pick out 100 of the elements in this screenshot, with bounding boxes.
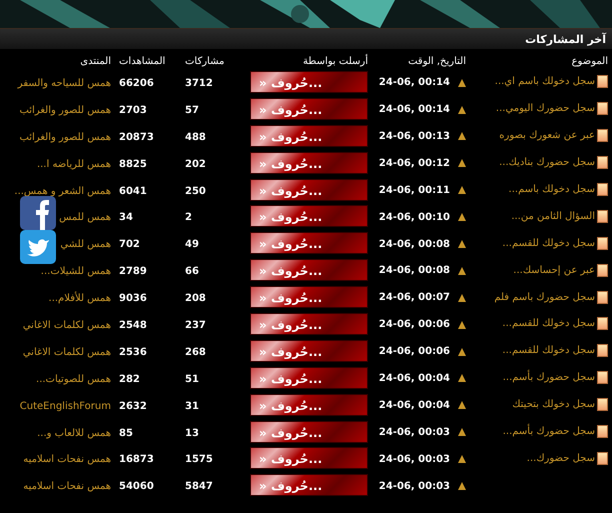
posts-count: 237 — [185, 320, 207, 331]
date-time: 24-06, 00:04 — [378, 400, 450, 411]
document-icon — [597, 210, 608, 223]
topic-link[interactable]: سجل دخولك باسم... — [508, 184, 595, 195]
views-count: 6041 — [119, 186, 148, 196]
document-icon — [597, 102, 608, 116]
forum-link[interactable]: همس للمس — [59, 212, 111, 224]
triangle-icon[interactable] — [458, 401, 466, 410]
views-count: 9036 — [119, 293, 148, 304]
topic-link[interactable]: سجل دخولك للقسم... — [502, 318, 595, 330]
sender-banner[interactable]: » حُروف... — [250, 178, 368, 200]
date-time: 24-06, 00:03 — [378, 480, 450, 492]
forum-link[interactable]: همس للسياحه والسفر — [18, 78, 111, 89]
sender-banner[interactable]: » حُروف... — [250, 340, 368, 362]
document-icon — [597, 317, 608, 330]
forum-link[interactable]: همس للأفلام... — [48, 293, 111, 304]
triangle-icon[interactable] — [458, 240, 466, 248]
posts-count: 250 — [185, 186, 207, 196]
triangle-icon[interactable] — [458, 78, 466, 87]
document-icon — [597, 290, 608, 304]
facebook-icon[interactable] — [20, 196, 56, 230]
triangle-icon[interactable] — [458, 428, 466, 436]
triangle-icon[interactable] — [458, 348, 466, 356]
posts-count: 208 — [185, 293, 207, 304]
posts-count: 2 — [185, 212, 193, 224]
sender-banner[interactable]: » حُروف... — [250, 366, 368, 389]
document-icon — [597, 129, 608, 142]
triangle-icon[interactable] — [458, 132, 466, 140]
posts-count: 51 — [185, 374, 200, 385]
forum-link[interactable]: همس الشعر و همس... — [14, 186, 111, 196]
forum-link[interactable]: همس للالعاب و... — [37, 428, 111, 439]
topic-link[interactable]: سجل حضورك... — [526, 452, 595, 464]
topic-link[interactable]: سجل حضورك بناديك... — [499, 157, 595, 168]
sender-banner[interactable]: » حُروف... — [250, 447, 368, 470]
triangle-icon[interactable] — [458, 455, 466, 464]
date-time: 24-06, 00:04 — [378, 372, 450, 384]
forum-link[interactable]: همس للرياضه ا... — [36, 158, 111, 170]
forum-link[interactable]: همس لكلمات الاغاني — [22, 320, 111, 331]
forum-link[interactable]: همس لكلمات الاغاني — [22, 346, 111, 358]
posts-count: 57 — [185, 104, 200, 116]
sender-banner[interactable]: » حُروف... — [250, 205, 368, 228]
topic-link[interactable]: سجل دخولك باسم اي... — [494, 76, 595, 88]
topic-link[interactable]: سجل حضورك اليومي... — [496, 103, 595, 114]
forum-link[interactable]: همس نفحات اسلاميه — [23, 454, 111, 466]
triangle-icon[interactable] — [458, 266, 466, 275]
document-icon — [597, 264, 608, 277]
date-time: 24-06, 00:10 — [378, 212, 450, 223]
sender-banner[interactable]: » حُروف... — [250, 124, 368, 147]
topic-link[interactable]: السؤال الثامن من... — [511, 210, 595, 222]
triangle-icon[interactable] — [458, 213, 466, 222]
triangle-icon[interactable] — [458, 320, 466, 329]
forum-link[interactable]: همس للصور والغرائب — [19, 132, 111, 143]
triangle-icon[interactable] — [458, 159, 466, 168]
forum-link[interactable]: همس للشي — [60, 239, 111, 250]
sender-banner[interactable]: » حُروف... — [250, 259, 368, 282]
topic-link[interactable]: سجل حضورك باسم فلم — [494, 292, 595, 303]
sender-banner[interactable]: » حُروف... — [250, 152, 368, 174]
triangle-icon[interactable] — [458, 294, 466, 302]
triangle-icon[interactable] — [458, 186, 466, 194]
posts-count: 66 — [185, 266, 200, 278]
posts-count: 1575 — [185, 454, 214, 466]
posts-count: 202 — [185, 158, 207, 170]
posts-count: 31 — [185, 400, 200, 412]
views-count: 702 — [119, 239, 141, 250]
topic-link[interactable]: سجل دخولك بتحيتك — [512, 399, 595, 410]
sender-banner[interactable]: » حُروف... — [250, 286, 368, 308]
triangle-icon[interactable] — [458, 482, 466, 490]
views-count: 8825 — [119, 158, 148, 170]
topic-link[interactable]: سجل حضورك بأسم... — [502, 372, 595, 384]
views-count: 66206 — [119, 78, 155, 89]
document-icon — [597, 452, 608, 465]
date-time: 24-06, 00:03 — [378, 454, 450, 465]
triangle-icon[interactable] — [458, 374, 466, 382]
topic-link[interactable]: سجل حضورك بأسم... — [502, 426, 595, 438]
topic-link[interactable]: سجل دخولك للقسم... — [502, 238, 595, 249]
sender-banner[interactable]: » حُروف... — [250, 70, 368, 93]
forum-link[interactable]: همس للشيلات... — [40, 266, 111, 278]
date-time: 24-06, 00:14 — [378, 104, 450, 116]
sender-banner[interactable]: » حُروف... — [250, 420, 368, 443]
sender-banner[interactable]: » حُروف... — [250, 312, 368, 335]
views-count: 2632 — [119, 400, 148, 412]
topic-link[interactable]: عبر عن شعورك بصوره — [499, 130, 595, 142]
topic-link[interactable]: عبر عن إحساسك... — [513, 264, 595, 276]
sender-banner[interactable]: » حُروف... — [250, 394, 368, 416]
column-header: المنتدى — [79, 55, 112, 69]
date-time: 24-06, 00:12 — [378, 158, 450, 169]
forum-link[interactable]: CuteEnglishForum — [20, 400, 111, 412]
twitter-icon[interactable] — [20, 230, 56, 264]
column-header: المشاهدات — [118, 55, 166, 69]
sender-banner[interactable]: » حُروف... — [250, 474, 368, 496]
sender-banner[interactable]: » حُروف... — [250, 232, 368, 254]
forum-link[interactable]: همس للصوتيات... — [36, 374, 111, 385]
forum-link[interactable]: همس نفحات اسلاميه — [23, 481, 111, 492]
column-header: أرسلت بواسطة — [302, 53, 369, 69]
views-count: 16873 — [119, 454, 155, 466]
triangle-icon[interactable] — [458, 106, 466, 114]
forum-link[interactable]: همس للصور والغرائب — [19, 104, 111, 116]
topic-link[interactable]: سجل دخولك للقسم... — [502, 345, 595, 356]
sender-banner[interactable]: » حُروف... — [250, 98, 368, 120]
views-count: 282 — [119, 374, 141, 385]
